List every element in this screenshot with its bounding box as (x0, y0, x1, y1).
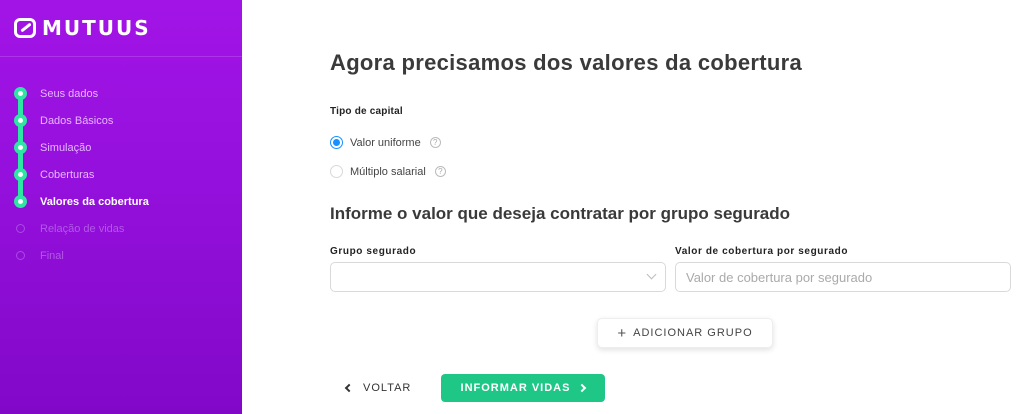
back-label: VOLTAR (363, 382, 412, 394)
coverage-value-input[interactable] (675, 262, 1011, 292)
step-valores-da-cobertura[interactable]: Valores da cobertura (14, 188, 149, 215)
step-label: Coberturas (40, 168, 95, 181)
step-simulacao[interactable]: Simulação (14, 134, 149, 171)
plus-icon: + (617, 324, 628, 342)
step-pending-icon (16, 251, 25, 260)
radio-valor-uniforme[interactable]: Valor uniforme ? (330, 136, 441, 149)
step-pending-icon (16, 224, 25, 233)
step-label: Dados Básicos (40, 114, 114, 127)
step-final: Final (14, 242, 149, 269)
coverage-field-label: Valor de cobertura por segurado (675, 246, 849, 257)
step-label: Relação de vidas (40, 222, 125, 235)
radio-checked-icon[interactable] (330, 136, 343, 149)
back-button[interactable]: VOLTAR (344, 374, 412, 402)
step-current-icon (14, 195, 27, 208)
main-content: Agora precisamos dos valores da cobertur… (330, 0, 1020, 414)
next-label: INFORMAR VIDAS (460, 382, 571, 394)
radio-unchecked-icon[interactable] (330, 165, 343, 178)
step-dados-basicos[interactable]: Dados Básicos (14, 107, 149, 144)
step-label: Simulação (40, 141, 92, 154)
step-done-icon (14, 114, 27, 127)
chevron-down-icon (646, 269, 657, 280)
step-done-icon (14, 87, 27, 100)
step-coberturas[interactable]: Coberturas (14, 161, 149, 198)
radio-multiplo-salarial[interactable]: Múltiplo salarial ? (330, 165, 446, 178)
step-seus-dados[interactable]: Seus dados (14, 80, 149, 117)
add-group-label: ADICIONAR GRUPO (633, 327, 753, 339)
radio-label: Valor uniforme (350, 136, 421, 149)
capital-type-label: Tipo de capital (330, 106, 403, 117)
group-select[interactable] (330, 262, 666, 292)
chevron-left-icon (344, 383, 354, 393)
page-title: Agora precisamos dos valores da cobertur… (330, 50, 803, 75)
step-done-icon (14, 141, 27, 154)
brand-name: MUTUUS (42, 16, 151, 40)
help-circle-icon[interactable]: ? (434, 166, 446, 177)
sidebar-divider (0, 56, 242, 57)
step-label: Final (40, 249, 64, 262)
step-label: Valores da cobertura (40, 195, 149, 208)
group-field-label: Grupo segurado (330, 246, 417, 257)
step-done-icon (14, 168, 27, 181)
add-group-button[interactable]: + ADICIONAR GRUPO (597, 318, 773, 348)
progress-steps: Seus dados Dados Básicos Simulação Cober… (14, 80, 149, 269)
help-circle-icon[interactable]: ? (429, 137, 441, 148)
section-subtitle: Informe o valor que deseja contratar por… (330, 204, 791, 223)
radio-label: Múltiplo salarial (350, 165, 426, 178)
next-button[interactable]: INFORMAR VIDAS (441, 374, 605, 402)
mutuus-logo-icon (14, 18, 36, 38)
step-relacao-de-vidas: Relação de vidas (14, 215, 149, 242)
chevron-right-icon (578, 383, 587, 393)
step-label: Seus dados (40, 87, 99, 100)
brand[interactable]: MUTUUS (14, 16, 151, 40)
sidebar: MUTUUS Seus dados Dados Básicos Simulaçã… (0, 0, 242, 414)
